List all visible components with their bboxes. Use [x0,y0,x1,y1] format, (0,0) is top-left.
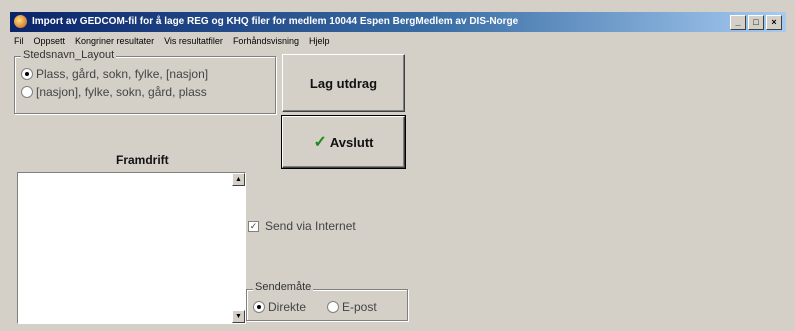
radio-button[interactable] [327,301,339,313]
menu-oppsett[interactable]: Oppsett [34,33,66,49]
send-method-email-label: E-post [342,300,377,314]
lag-utdrag-button[interactable]: Lag utdrag [282,54,405,112]
menu-hjelp[interactable]: Hjelp [309,33,330,49]
send-method-email[interactable]: E-post [327,300,377,314]
avslutt-button[interactable]: ✓ Avslutt [281,115,406,169]
layout-option-2-label: [nasjon], fylke, sokn, gård, plass [36,85,207,99]
lag-utdrag-label: Lag utdrag [309,75,378,91]
checkbox[interactable]: ✓ [248,220,259,232]
layout-groupbox: Stedsnavn_Layout Plass, gård, sokn, fylk… [14,49,276,114]
progress-label: Framdrift [116,153,169,167]
close-button[interactable]: × [766,15,782,30]
send-internet-checkbox[interactable]: ✓ Send via Internet [248,219,356,233]
app-icon [14,15,27,28]
send-method-legend: Sendemåte [253,281,314,293]
radio-button[interactable] [21,86,33,98]
layout-option-1-label: Plass, gård, sokn, fylke, [nasjon] [36,67,209,81]
progress-listbox[interactable]: ▲ ▼ [17,172,246,324]
layout-group-legend: Stedsnavn_Layout [21,49,117,61]
avslutt-label: Avslutt [329,134,374,150]
window-title: Import av GEDCOM-fil for å lage REG og K… [32,16,519,27]
minimize-button[interactable]: _ [730,15,746,30]
title-bar: Import av GEDCOM-fil for å lage REG og K… [10,12,786,32]
scroll-up-icon[interactable]: ▲ [232,173,245,186]
window-controls: _ □ × [730,15,782,30]
checkmark-icon: ✓ [313,134,327,151]
layout-option-1[interactable]: Plass, gård, sokn, fylke, [nasjon] [21,67,208,81]
send-method-direct[interactable]: Direkte [253,300,306,314]
menu-bar: Fil Oppsett Kongriner resultater Vis res… [10,33,330,49]
menu-vis-resultatfiler[interactable]: Vis resultatfiler [164,33,223,49]
radio-button[interactable] [21,68,33,80]
layout-option-2[interactable]: [nasjon], fylke, sokn, gård, plass [21,85,207,99]
menu-forhandsvisning[interactable]: Forhåndsvisning [233,33,299,49]
menu-kongriner-resultater[interactable]: Kongriner resultater [75,33,154,49]
send-internet-label: Send via Internet [265,219,356,233]
send-method-direct-label: Direkte [268,300,307,314]
send-method-groupbox: Sendemåte Direkte E-post [246,281,408,321]
scroll-down-icon[interactable]: ▼ [232,310,245,323]
menu-fil[interactable]: Fil [14,33,24,49]
maximize-button[interactable]: □ [748,15,764,30]
radio-button[interactable] [253,301,265,313]
